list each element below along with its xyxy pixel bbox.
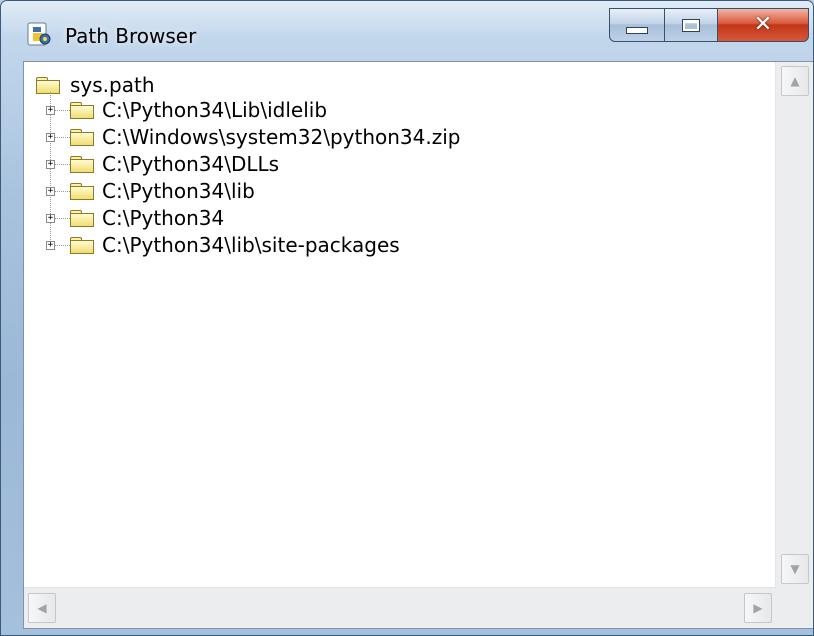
path-browser-window: Path Browser ✕ sys.path + C:\Python34\Li… [0, 0, 814, 636]
scroll-left-button[interactable]: ◀ [28, 593, 56, 623]
arrow-down-icon: ▼ [790, 562, 800, 576]
scrollbar-corner [776, 588, 813, 628]
path-tree: sys.path + C:\Python34\Lib\idlelib + C:\… [24, 62, 776, 588]
scroll-up-button[interactable]: ▲ [781, 66, 809, 96]
vertical-scrollbar[interactable]: ▲ ▼ [775, 62, 813, 588]
tree-item-label: C:\Python34\lib [102, 179, 255, 203]
expand-icon[interactable]: + [46, 106, 55, 115]
minimize-button[interactable] [609, 8, 665, 42]
horizontal-scrollbar[interactable]: ◀ ▶ [24, 587, 776, 628]
tree-view-panel: sys.path + C:\Python34\Lib\idlelib + C:\… [23, 61, 813, 629]
maximize-icon [682, 18, 700, 32]
folder-icon [70, 102, 94, 119]
folder-icon [70, 210, 94, 227]
maximize-button[interactable] [664, 8, 718, 42]
tree-root-label: sys.path [70, 73, 155, 97]
expand-icon[interactable]: + [46, 187, 55, 196]
expand-icon[interactable]: + [46, 133, 55, 142]
tree-item[interactable]: C:\Python34 [70, 205, 224, 231]
tree-item-label: C:\Python34 [102, 206, 225, 230]
tree-item[interactable]: C:\Windows\system32\python34.zip [70, 124, 460, 150]
folder-icon [70, 129, 94, 146]
tree-item[interactable]: C:\Python34\lib\site-packages [70, 232, 400, 258]
arrow-up-icon: ▲ [790, 74, 800, 88]
folder-icon [70, 237, 94, 254]
arrow-left-icon: ◀ [37, 601, 47, 615]
tree-item-label: C:\Python34\DLLs [102, 152, 280, 176]
folder-icon [70, 183, 94, 200]
scroll-down-button[interactable]: ▼ [781, 554, 809, 584]
folder-icon [36, 77, 60, 94]
title-bar[interactable]: Path Browser ✕ [1, 1, 813, 61]
folder-icon [70, 156, 94, 173]
minimize-icon [626, 26, 648, 34]
tree-connector-line [50, 92, 51, 248]
expand-icon[interactable]: + [46, 160, 55, 169]
tree-item[interactable]: C:\Python34\Lib\idlelib [70, 97, 327, 123]
expand-icon[interactable]: + [46, 214, 55, 223]
tree-root-sys-path[interactable]: sys.path [36, 72, 155, 98]
close-icon: ✕ [753, 12, 773, 37]
tree-item[interactable]: C:\Python34\DLLs [70, 151, 279, 177]
tree-item[interactable]: C:\Python34\lib [70, 178, 255, 204]
expand-icon[interactable]: + [46, 241, 55, 250]
close-button[interactable]: ✕ [717, 8, 809, 42]
python-idle-icon [27, 22, 51, 46]
scroll-right-button[interactable]: ▶ [744, 593, 772, 623]
tree-item-label: C:\Python34\Lib\idlelib [102, 98, 328, 122]
arrow-right-icon: ▶ [753, 601, 763, 615]
window-title: Path Browser [65, 24, 197, 48]
tree-item-label: C:\Python34\lib\site-packages [102, 233, 400, 257]
tree-item-label: C:\Windows\system32\python34.zip [102, 125, 461, 149]
